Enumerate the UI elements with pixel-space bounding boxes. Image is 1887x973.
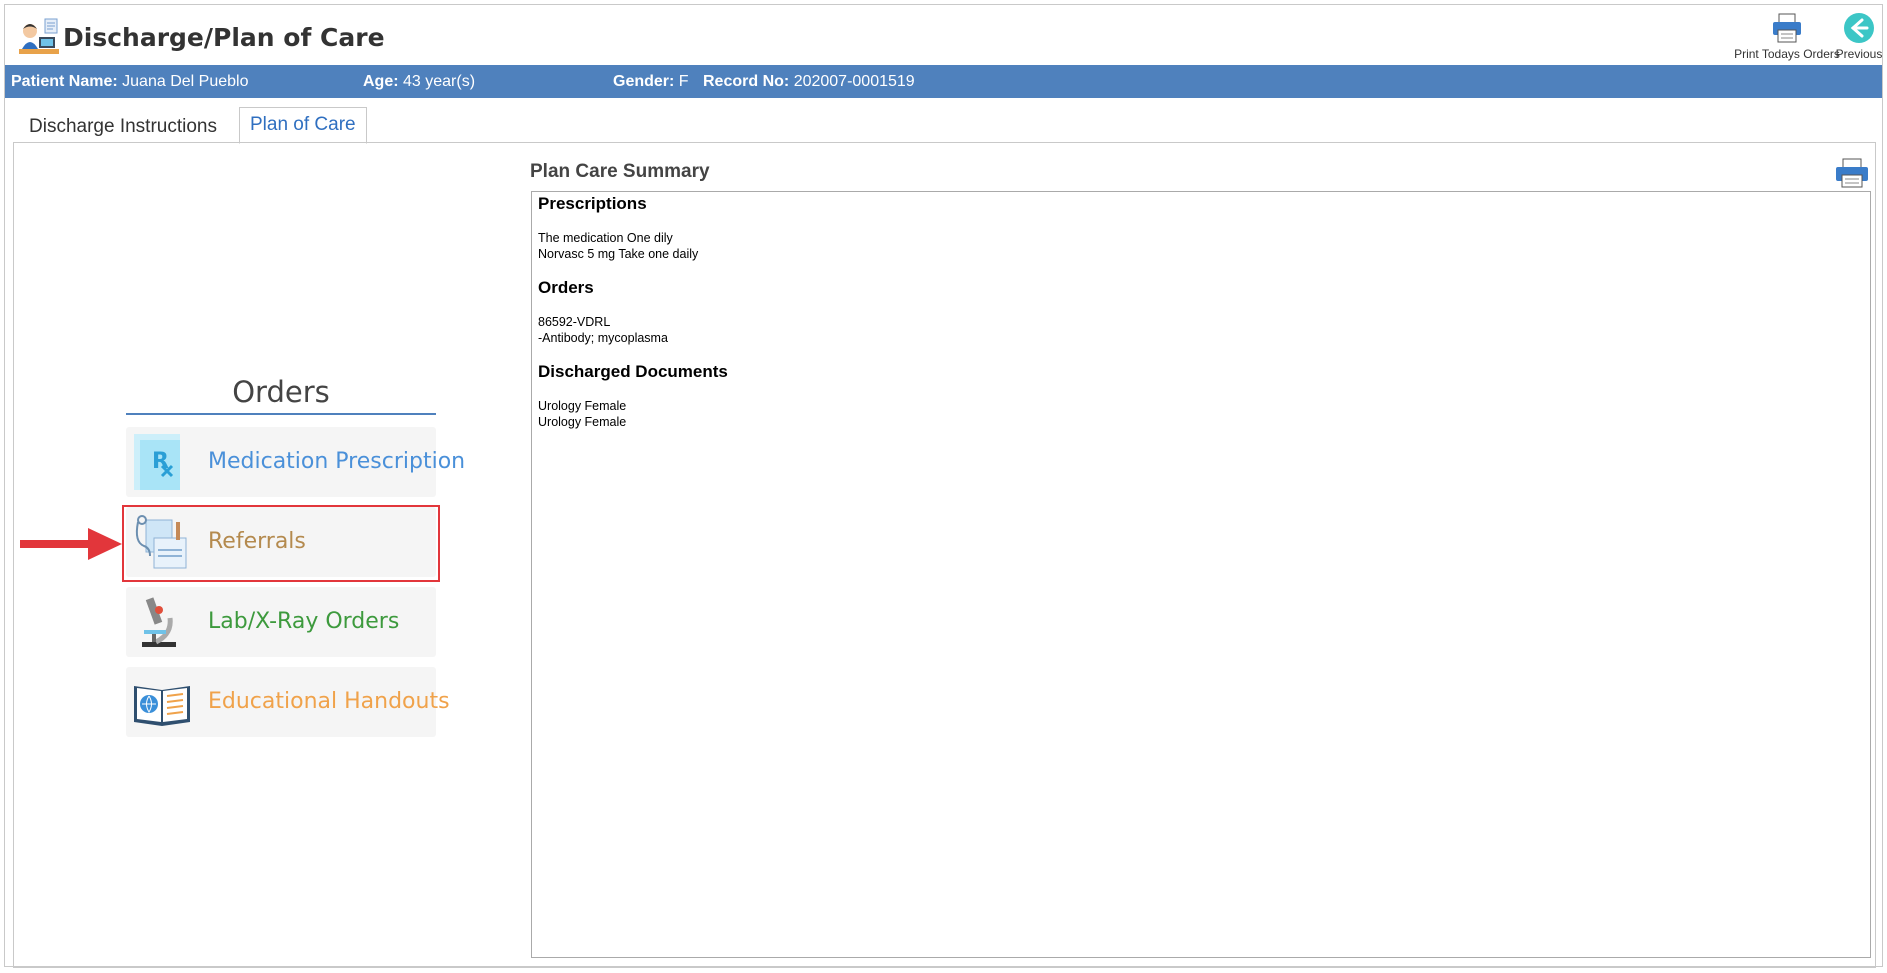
orders-section: Orders 86592-VDRL -Antibody; mycoplasma	[538, 278, 1864, 346]
back-arrow-icon	[1844, 13, 1874, 43]
prescriptions-section: Prescriptions The medication One dily No…	[538, 194, 1864, 262]
medication-prescription-button[interactable]: R Medication Prescription	[126, 427, 465, 497]
app-window: Discharge/Plan of Care Print Todays Orde…	[4, 4, 1883, 968]
microscope-icon	[142, 597, 176, 647]
plan-care-summary-box: Prescriptions The medication One dily No…	[531, 191, 1871, 958]
patient-name: Patient Name: Juana Del Pueblo	[11, 73, 248, 91]
patient-age: Age: 43 year(s)	[363, 73, 475, 91]
summary-line: -Antibody; mycoplasma	[538, 331, 668, 345]
summary-line: The medication One dily	[538, 231, 673, 245]
plan-of-care-panel: Orders R Medication Prescription Referra	[13, 142, 1876, 968]
red-arrow-icon	[20, 528, 122, 560]
print-todays-orders-label: Print Todays Orders	[1734, 47, 1840, 61]
patient-info-bar: Patient Name: Juana Del Pueblo Age: 43 y…	[5, 65, 1882, 98]
summary-line: Urology Female	[538, 399, 627, 413]
patient-gender-value: F	[678, 73, 689, 90]
book-icon	[134, 686, 190, 726]
lab-xray-orders-button[interactable]: Lab/X-Ray Orders	[126, 587, 436, 657]
orders-section-heading: Orders	[538, 278, 594, 297]
patient-name-value: Juana Del Pueblo	[122, 73, 249, 90]
discharged-documents-section: Discharged Documents Urology Female Urol…	[538, 362, 1864, 430]
patient-record-label: Record No:	[703, 73, 790, 90]
plan-care-summary-title: Plan Care Summary	[530, 161, 710, 182]
page-title: Discharge/Plan of Care	[63, 23, 385, 52]
discharged-documents-heading: Discharged Documents	[538, 362, 728, 381]
medication-prescription-label: Medication Prescription	[208, 449, 466, 474]
tab-plan-of-care[interactable]: Plan of Care	[239, 107, 367, 144]
previous-button[interactable]: Previous	[1833, 11, 1885, 61]
patient-record-value: 202007-0001519	[793, 73, 915, 90]
orders-divider	[126, 413, 436, 415]
patient-gender-label: Gender:	[613, 73, 675, 90]
patient-age-label: Age:	[363, 73, 399, 90]
patient-record: Record No: 202007-0001519	[703, 73, 915, 91]
prescription-icon: R	[134, 434, 180, 490]
previous-label: Previous	[1835, 47, 1883, 61]
summary-line: Urology Female	[538, 415, 627, 429]
page-header: Discharge/Plan of Care Print Todays Orde…	[5, 5, 1882, 65]
doctor-desk-icon	[19, 18, 59, 54]
prescriptions-heading: Prescriptions	[538, 194, 647, 213]
referrals-highlight-box	[122, 505, 440, 582]
print-summary-icon[interactable]	[1834, 157, 1870, 189]
summary-line: 86592-VDRL	[538, 315, 611, 329]
lab-xray-orders-label: Lab/X-Ray Orders	[208, 609, 400, 634]
patient-name-label: Patient Name:	[11, 73, 118, 90]
patient-age-value: 43 year(s)	[403, 73, 476, 90]
summary-line: Norvasc 5 mg Take one daily	[538, 247, 699, 261]
educational-handouts-button[interactable]: Educational Handouts	[126, 667, 450, 737]
patient-gender: Gender: F	[613, 73, 689, 91]
printer-icon	[1773, 13, 1801, 43]
orders-heading: Orders	[232, 375, 330, 409]
educational-handouts-label: Educational Handouts	[208, 689, 450, 714]
tab-discharge-instructions[interactable]: Discharge Instructions	[19, 107, 227, 143]
